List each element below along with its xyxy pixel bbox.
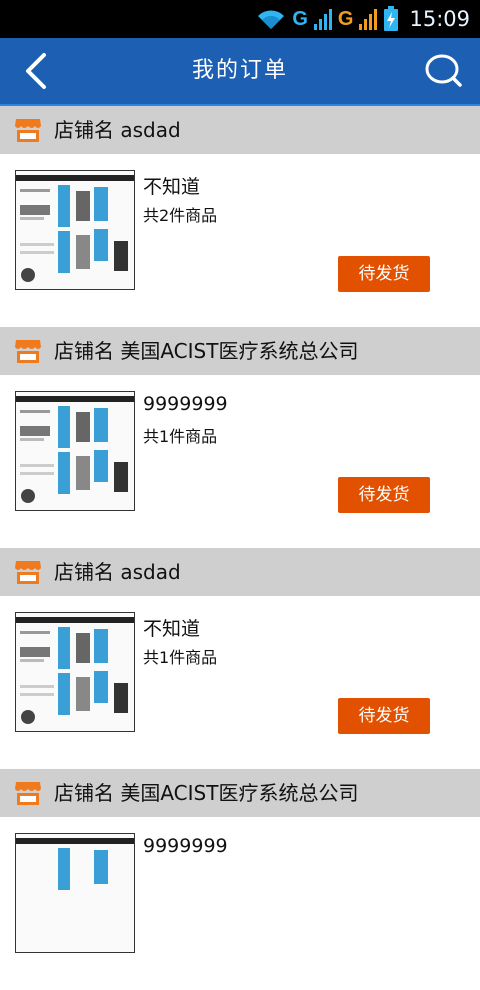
store-icon: [15, 782, 41, 805]
status-icons: G G 15:09: [256, 0, 470, 38]
item-count: 共2件商品: [143, 206, 218, 225]
search-button[interactable]: [420, 51, 464, 91]
product-image: [16, 392, 134, 510]
shop-header[interactable]: 店铺名 美国ACIST医疗系统总公司: [0, 769, 480, 817]
order-status-button[interactable]: 待发货: [338, 477, 430, 513]
store-icon: [15, 119, 41, 142]
product-name: 不知道: [143, 176, 201, 198]
shop-name: 店铺名 asdad: [54, 560, 181, 584]
signal-icon-2: [359, 9, 378, 30]
item-count: 共1件商品: [143, 427, 218, 446]
product-image: [16, 613, 134, 731]
shop-name: 店铺名 美国ACIST医疗系统总公司: [54, 781, 359, 805]
battery-icon: [384, 6, 399, 31]
search-icon: [425, 54, 462, 87]
title-bar: 我的订单: [0, 38, 480, 106]
item-count: 共1件商品: [143, 648, 218, 667]
product-thumbnail[interactable]: [15, 170, 135, 290]
clock: 15:09: [409, 7, 470, 31]
status-bar: G G 15:09: [0, 0, 480, 38]
shop-header[interactable]: 店铺名 asdad: [0, 106, 480, 154]
store-icon: [15, 340, 41, 363]
signal-icon-1: [313, 9, 332, 30]
network-type-2: G: [337, 7, 354, 30]
network-type-1: G: [292, 7, 308, 30]
shop-header[interactable]: 店铺名 asdad: [0, 548, 480, 596]
order-item[interactable]: 店铺名 美国ACIST医疗系统总公司 9999999 共1件商品 待发货: [0, 327, 480, 548]
wifi-icon: [258, 10, 285, 29]
product-thumbnail[interactable]: [15, 391, 135, 511]
product-name: 不知道: [143, 618, 201, 640]
shop-name: 店铺名 asdad: [54, 118, 181, 142]
store-icon: [15, 561, 41, 584]
product-thumbnail[interactable]: [15, 612, 135, 732]
shop-name: 店铺名 美国ACIST医疗系统总公司: [54, 339, 359, 363]
order-status-button[interactable]: 待发货: [338, 256, 430, 292]
page-title: 我的订单: [191, 58, 288, 83]
order-item[interactable]: 店铺名 美国ACIST医疗系统总公司 9999999: [0, 769, 480, 990]
product-thumbnail[interactable]: [15, 833, 135, 953]
product-image: [16, 834, 134, 952]
shop-header[interactable]: 店铺名 美国ACIST医疗系统总公司: [0, 327, 480, 375]
order-item[interactable]: 店铺名 asdad 不知道 共1件商品 待发货: [0, 548, 480, 769]
product-image: [16, 171, 134, 289]
product-name: 9999999: [143, 393, 228, 415]
order-status-button[interactable]: 待发货: [338, 698, 430, 734]
order-item[interactable]: 店铺名 asdad 不知道 共2件商品 待发货: [0, 106, 480, 327]
order-list: 店铺名 asdad 不知道 共2件商品 待发货 店铺名 美国ACIST医疗系统总…: [0, 106, 480, 990]
